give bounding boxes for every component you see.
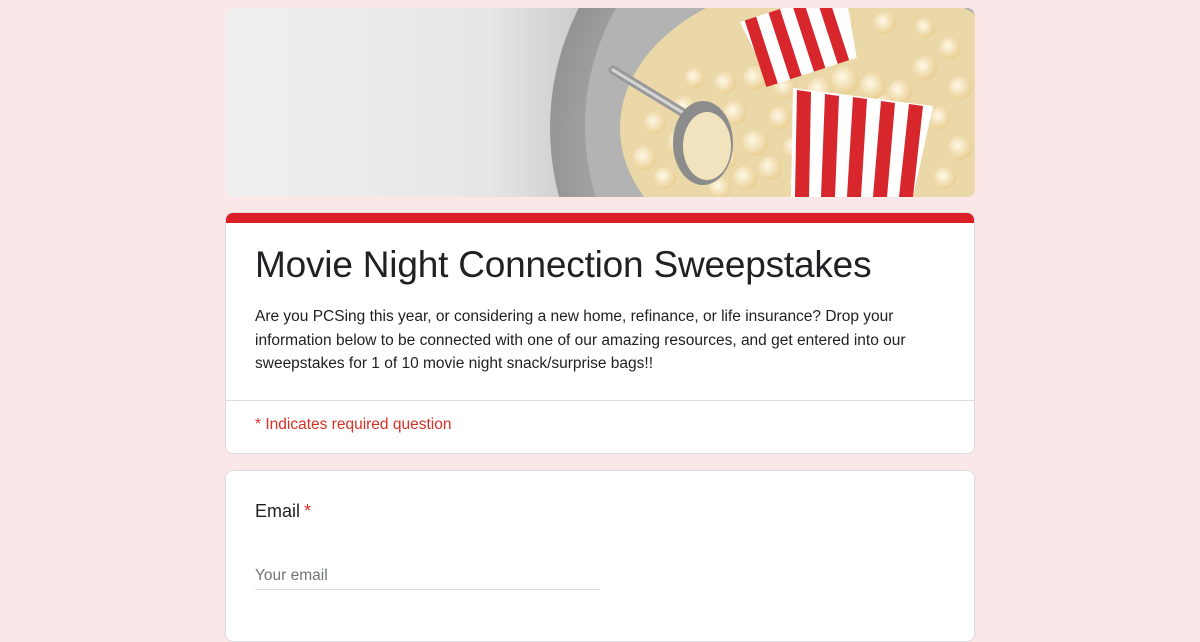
form-title-card: Movie Night Connection Sweepstakes Are y…	[225, 212, 975, 454]
email-field[interactable]	[255, 562, 600, 590]
required-question-note: * Indicates required question	[255, 415, 452, 433]
theme-accent-bar	[226, 213, 974, 223]
required-asterisk: *	[304, 500, 312, 521]
form-description: Are you PCSing this year, or considering…	[255, 308, 906, 372]
form-title: Movie Night Connection Sweepstakes	[255, 244, 872, 285]
question-label-text: Email	[255, 500, 301, 521]
question-card-email: Email *	[225, 469, 975, 642]
popcorn-illustration	[225, 8, 975, 197]
question-title: Email *	[255, 501, 311, 522]
form-container: Movie Night Connection Sweepstakes Are y…	[225, 8, 975, 642]
header-banner-image	[225, 8, 975, 197]
